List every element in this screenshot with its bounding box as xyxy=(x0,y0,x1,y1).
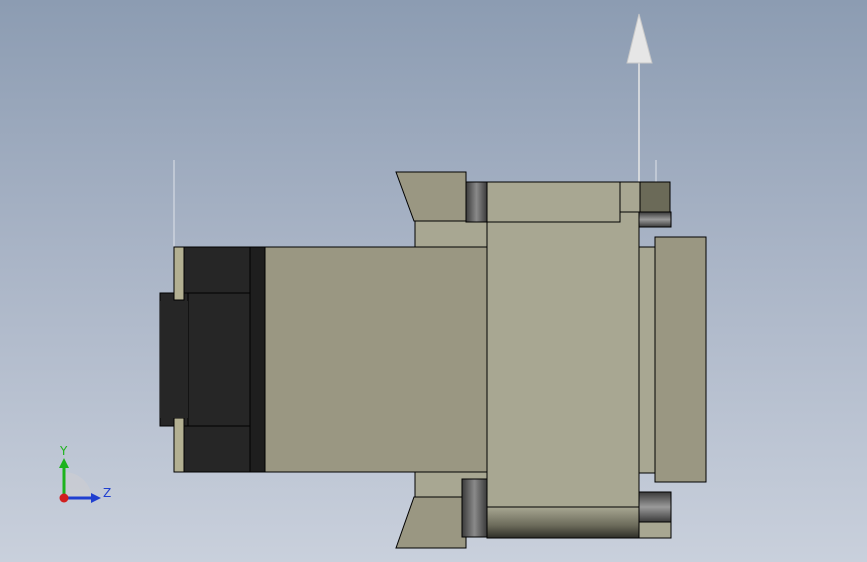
top-bracket[interactable] xyxy=(395,171,467,222)
output-spacer[interactable] xyxy=(638,246,657,474)
up-arrow-icon xyxy=(626,13,653,184)
y-axis-arrow-icon xyxy=(59,458,69,468)
bottom-right-roller[interactable] xyxy=(638,491,672,523)
top-right-roller[interactable] xyxy=(638,211,672,228)
flange[interactable] xyxy=(486,181,640,539)
model-view[interactable]: Y Z xyxy=(0,0,867,562)
output-disc[interactable] xyxy=(654,236,707,483)
bottom-right-foot xyxy=(638,521,672,539)
graphics-viewport[interactable]: Y Z xyxy=(0,0,867,562)
bottom-bracket[interactable] xyxy=(395,496,467,549)
flange-bottom-bar xyxy=(486,506,640,539)
y-axis-label: Y xyxy=(59,444,68,458)
motor-body[interactable] xyxy=(263,246,489,473)
z-axis-arrow-icon xyxy=(91,493,101,503)
triad-arc xyxy=(64,471,92,498)
flange-top-ledge xyxy=(486,181,621,223)
coordinate-triad: Y Z xyxy=(59,444,111,503)
bottom-left-roller[interactable] xyxy=(461,478,488,538)
end-cap-tab-bottom xyxy=(173,417,185,473)
top-bracket-base[interactable] xyxy=(414,220,488,248)
top-right-insert xyxy=(639,181,671,213)
end-cap-plug-overlay xyxy=(160,301,188,418)
top-left-roller[interactable] xyxy=(465,181,488,223)
z-axis-label: Z xyxy=(103,486,111,500)
end-cap-tab-top xyxy=(173,246,185,301)
triad-origin-icon xyxy=(59,493,69,503)
end-cap-rim xyxy=(249,246,266,473)
